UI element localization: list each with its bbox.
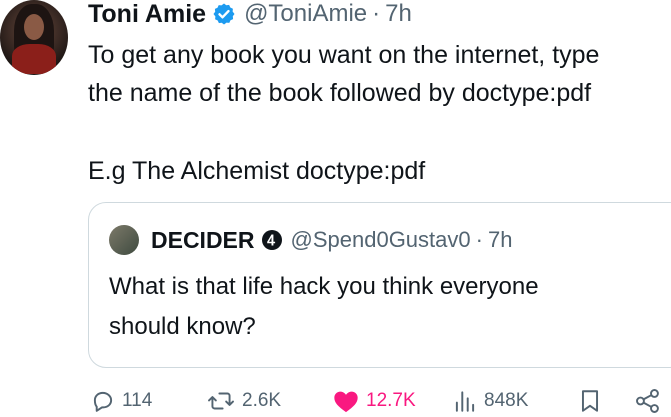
quoted-tweet-timestamp[interactable]: 7h	[488, 227, 512, 253]
reply-icon	[93, 391, 113, 412]
like-button[interactable]: 12.7K	[332, 384, 416, 417]
views-button[interactable]: 848K	[452, 384, 528, 417]
tweet-text-line: the name of the book followed by doctype…	[88, 79, 592, 107]
tweet-timestamp[interactable]: 7h	[385, 0, 412, 28]
quoted-tweet-body: What is that life hack you think everyon…	[109, 267, 539, 347]
quoted-text-line: should know?	[109, 313, 256, 340]
quoted-author-name[interactable]: DECIDER	[151, 227, 255, 254]
view-count: 848K	[484, 390, 529, 411]
tweet-header: Toni Amie @ToniAmie · 7h	[88, 0, 412, 28]
bookmark-icon	[581, 390, 599, 412]
like-icon	[334, 391, 358, 413]
author-name[interactable]: Toni Amie	[88, 0, 206, 29]
share-icon	[636, 389, 659, 413]
quoted-header-separator: ·	[475, 227, 483, 252]
quoted-badge-icon	[261, 229, 283, 251]
quoted-text-line: What is that life hack you think everyon…	[109, 273, 539, 300]
quoted-author-avatar[interactable]	[109, 225, 139, 255]
author-avatar[interactable]	[0, 0, 68, 75]
avatar-clothing	[12, 44, 56, 74]
tweet-text-line: To get any book you want on the internet…	[88, 41, 600, 69]
repost-icon	[208, 392, 234, 410]
bookmark-button[interactable]	[578, 384, 602, 417]
tweet-action-bar: 114 2.6K 12.7K 848K	[88, 384, 671, 417]
verified-badge-icon[interactable]	[212, 2, 236, 26]
views-icon	[455, 391, 475, 412]
quoted-author-handle[interactable]: @Spend0Gustav0	[291, 227, 471, 253]
author-handle[interactable]: @ToniAmie	[244, 0, 367, 28]
repost-count: 2.6K	[242, 390, 282, 411]
header-separator: ·	[372, 0, 381, 27]
avatar-face	[24, 14, 44, 40]
repost-button[interactable]: 2.6K	[206, 384, 281, 417]
tweet-example-line: E.g The Alchemist doctype:pdf	[88, 157, 426, 185]
quoted-tweet-header: DECIDER @Spend0Gustav0 · 7h	[151, 225, 512, 255]
share-button[interactable]	[634, 384, 662, 417]
tweet-body: To get any book you want on the internet…	[88, 36, 599, 112]
quoted-tweet-card[interactable]: DECIDER @Spend0Gustav0 · 7h What is that…	[88, 202, 671, 368]
reply-button[interactable]: 114	[90, 384, 152, 417]
reply-count: 114	[122, 390, 153, 411]
like-count: 12.7K	[366, 390, 416, 411]
